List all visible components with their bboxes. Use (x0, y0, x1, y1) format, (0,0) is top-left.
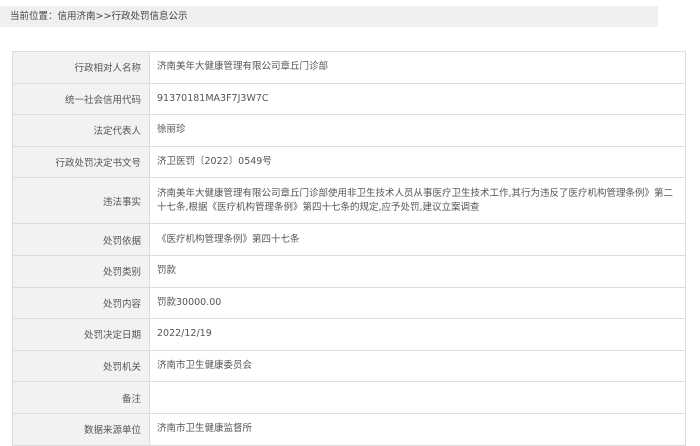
table-row: 处罚机关 济南市卫生健康委员会 (12, 349, 686, 383)
row-label-decision-date: 处罚决定日期 (12, 318, 150, 351)
penalty-info-table: 行政相对人名称 济南美年大健康管理有限公司章丘门诊部 统一社会信用代码 9137… (12, 51, 686, 446)
table-row: 备注 (12, 381, 686, 414)
row-value-authority: 济南市卫生健康委员会 (149, 349, 686, 383)
row-value-decision-date: 2022/12/19 (149, 318, 686, 351)
row-label-violation-facts: 违法事实 (12, 177, 150, 225)
table-row: 违法事实 济南美年大健康管理有限公司章丘门诊部使用非卫生技术人员从事医疗卫生技术… (12, 177, 686, 225)
row-label-credit-code: 统一社会信用代码 (12, 82, 150, 116)
row-label-remarks: 备注 (12, 381, 150, 414)
table-row: 处罚决定日期 2022/12/19 (12, 318, 686, 351)
row-label-data-source: 数据来源单位 (12, 412, 150, 446)
table-row: 处罚内容 罚款30000.00 (12, 286, 686, 320)
row-label-decision-number: 行政处罚决定书文号 (12, 145, 150, 179)
breadcrumb-home-link[interactable]: 信用济南 (58, 11, 96, 22)
breadcrumb-separator: >> (95, 11, 112, 22)
row-value-decision-number: 济卫医罚〔2022〕0549号 (149, 145, 686, 179)
breadcrumb-prefix: 当前位置： (10, 11, 58, 22)
table-row: 行政相对人名称 济南美年大健康管理有限公司章丘门诊部 (12, 51, 686, 84)
breadcrumb: 当前位置：信用济南>>行政处罚信息公示 (0, 6, 658, 27)
row-label-legal-rep: 法定代表人 (12, 114, 150, 147)
row-label-penalty-type: 处罚类别 (12, 254, 150, 288)
row-value-credit-code: 91370181MA3F7J3W7C (149, 82, 686, 116)
table-row: 统一社会信用代码 91370181MA3F7J3W7C (12, 82, 686, 116)
row-label-penalty-content: 处罚内容 (12, 286, 150, 320)
table-row: 数据来源单位 济南市卫生健康监督所 (12, 412, 686, 446)
row-value-data-source: 济南市卫生健康监督所 (149, 412, 686, 446)
row-value-remarks (149, 381, 686, 414)
row-value-penalty-basis: 《医疗机构管理条例》第四十七条 (149, 223, 686, 256)
breadcrumb-current: 行政处罚信息公示 (111, 11, 188, 22)
row-value-violation-facts: 济南美年大健康管理有限公司章丘门诊部使用非卫生技术人员从事医疗卫生技术工作,其行… (149, 177, 686, 225)
row-label-authority: 处罚机关 (12, 349, 150, 383)
row-value-penalty-content: 罚款30000.00 (149, 286, 686, 320)
table-row: 处罚类别 罚款 (12, 254, 686, 288)
row-label-party-name: 行政相对人名称 (12, 51, 150, 84)
table-row: 法定代表人 徐丽珍 (12, 114, 686, 147)
row-value-legal-rep: 徐丽珍 (149, 114, 686, 147)
row-value-penalty-type: 罚款 (149, 254, 686, 288)
row-label-penalty-basis: 处罚依据 (12, 223, 150, 256)
table-row: 行政处罚决定书文号 济卫医罚〔2022〕0549号 (12, 145, 686, 179)
row-value-party-name: 济南美年大健康管理有限公司章丘门诊部 (149, 51, 686, 84)
table-row: 处罚依据 《医疗机构管理条例》第四十七条 (12, 223, 686, 256)
